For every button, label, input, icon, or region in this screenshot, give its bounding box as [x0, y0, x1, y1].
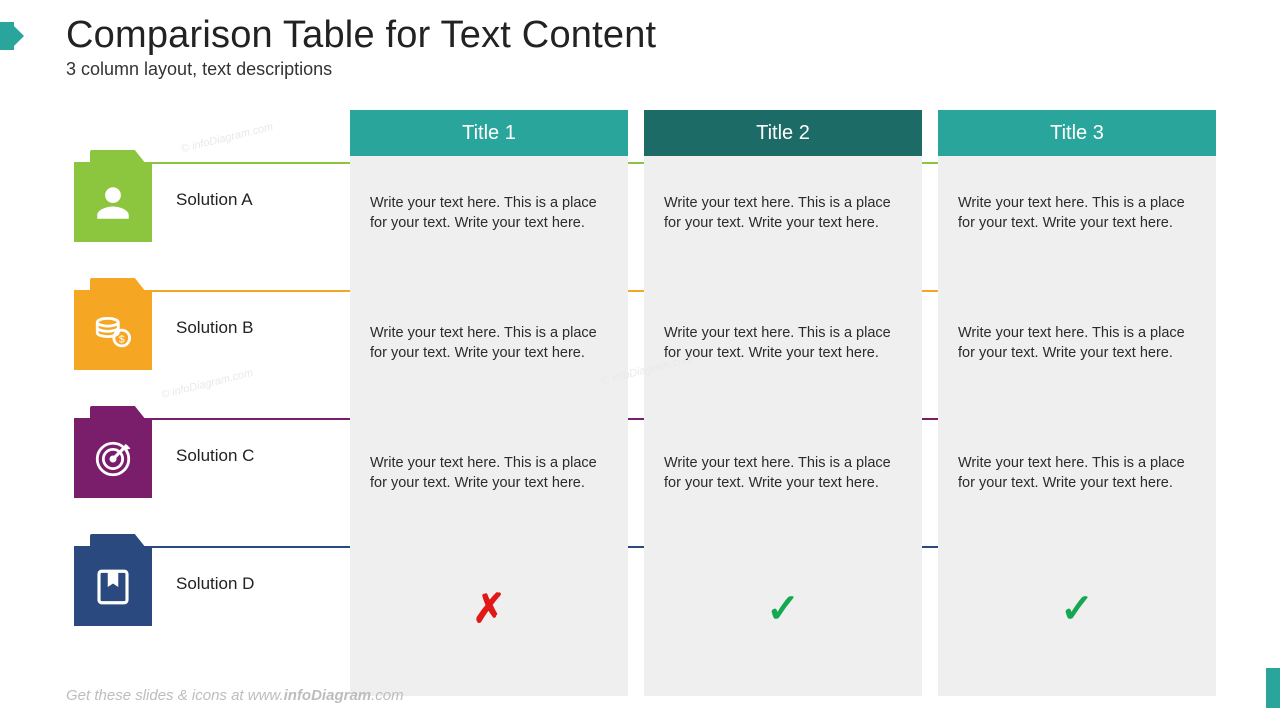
cell-text: Write your text here. This is a place fo… — [958, 454, 1196, 493]
target-icon — [74, 420, 152, 498]
column-body: Write your text here. This is a place fo… — [938, 156, 1216, 696]
page-subtitle: 3 column layout, text descriptions — [66, 59, 656, 80]
column-title: Title 1 — [350, 110, 628, 156]
cell-text: Write your text here. This is a place fo… — [370, 454, 608, 493]
comparison-column: Title 2 Write your text here. This is a p… — [644, 110, 922, 696]
person-icon — [74, 164, 152, 242]
solution-label: Solution D — [176, 574, 254, 594]
coins-icon: $ — [74, 292, 152, 370]
comparison-column: Title 1 Write your text here. This is a p… — [350, 110, 628, 696]
row-tab-shape — [90, 150, 146, 164]
solution-row: Solution A — [74, 162, 354, 290]
column-title: Title 2 — [644, 110, 922, 156]
accent-left-shape — [0, 22, 14, 50]
comparison-column: Title 3 Write your text here. This is a p… — [938, 110, 1216, 696]
solution-label: Solution A — [176, 190, 253, 210]
page-title: Comparison Table for Text Content — [66, 14, 656, 57]
column-body: Write your text here. This is a place fo… — [644, 156, 922, 696]
footer-credit: Get these slides & icons at www.infoDiag… — [66, 687, 404, 704]
watermark: © infoDiagram.com — [180, 121, 274, 155]
column-body: Write your text here. This is a place fo… — [350, 156, 628, 696]
check-icon: ✓ — [644, 586, 922, 632]
column-title: Title 3 — [938, 110, 1216, 156]
accent-right-shape — [1266, 668, 1280, 708]
cell-text: Write your text here. This is a place fo… — [664, 194, 902, 233]
solution-row: Solution C — [74, 418, 354, 546]
check-icon: ✓ — [938, 586, 1216, 632]
cell-text: Write your text here. This is a place fo… — [664, 324, 902, 363]
cell-text: Write your text here. This is a place fo… — [664, 454, 902, 493]
cell-text: Write your text here. This is a place fo… — [370, 194, 608, 233]
svg-text:$: $ — [119, 333, 125, 345]
cell-text: Write your text here. This is a place fo… — [958, 194, 1196, 233]
solution-row: Solution D — [74, 546, 354, 674]
solution-label: Solution C — [176, 446, 254, 466]
cell-text: Write your text here. This is a place fo… — [370, 324, 608, 363]
cell-text: Write your text here. This is a place fo… — [958, 324, 1196, 363]
solution-row: $ Solution B — [74, 290, 354, 418]
bookmark-icon — [74, 548, 152, 626]
solution-label: Solution B — [176, 318, 254, 338]
cross-icon: ✗ — [350, 586, 628, 632]
